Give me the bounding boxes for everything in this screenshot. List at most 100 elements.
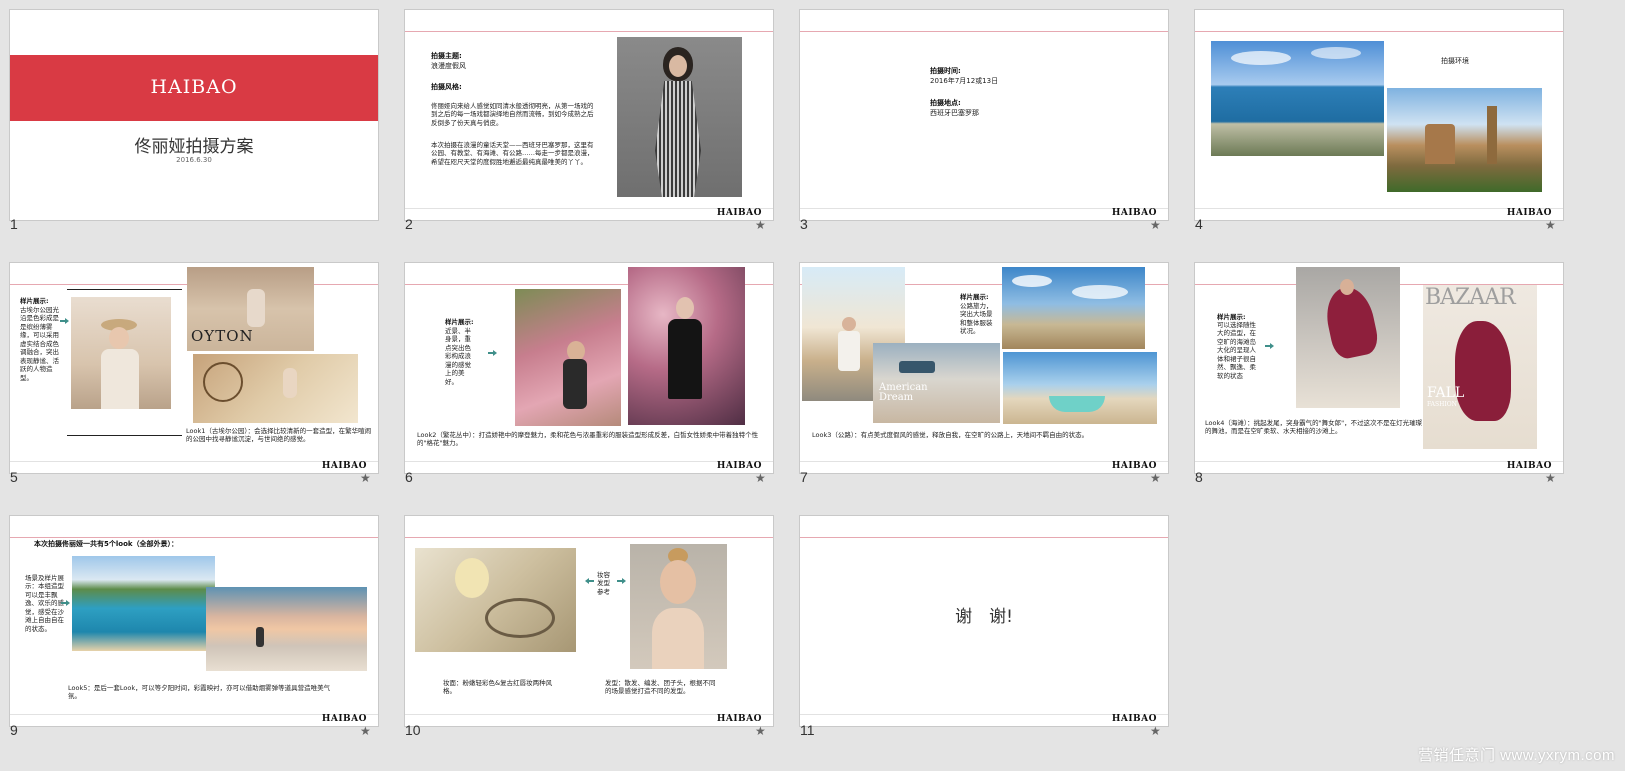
look4-magazine-photo: BAZAAR FALL FASHION bbox=[1423, 285, 1537, 449]
footer-logo: HAIBAO bbox=[716, 714, 762, 724]
look1-caption: Look1（古埃尔公园）：会选择比较清新的一套造型，在繁华喧闹的公园中找寻静谧沉… bbox=[186, 427, 372, 444]
star-icon: ★ bbox=[755, 471, 766, 485]
style-paragraph-1: 佟丽娅向来给人感觉如同清水般透彻明亮，从第一场戏的到之后的每一场戏都演绎地自然而… bbox=[431, 102, 594, 127]
star-icon: ★ bbox=[360, 471, 371, 485]
sample-label: 样片展示: bbox=[445, 318, 474, 326]
slide-number: 2 bbox=[405, 216, 413, 232]
makeup-description: 妆面：粉嫩轻彩色&复古红唇妆两种风格。 bbox=[443, 679, 553, 696]
arrow-right-icon bbox=[1265, 343, 1274, 349]
look5-caption: Look5：是后一套Look，可以等夕阳时间，彩霞映衬，亦可以借助烟雾弹等道具营… bbox=[68, 684, 331, 701]
slide-number: 10 bbox=[405, 722, 421, 738]
slide-number: 8 bbox=[1195, 469, 1203, 485]
look5-beach-photo bbox=[72, 556, 215, 651]
slide-number: 1 bbox=[10, 216, 18, 232]
look1-sample-photo-2 bbox=[193, 354, 358, 423]
slide-thumbnail-1[interactable]: HAIBAO 佟丽娅拍摄方案 2016.6.30 bbox=[9, 9, 379, 221]
look3-caption: Look3（公路）：有点美式度假风的感觉，释放自我，在空旷的公路上，天地间不羁自… bbox=[812, 431, 1089, 439]
slide-thumbnail-9[interactable]: 本次拍摄佟丽娅一共有5个look（全部外景）： 场景及样片展示：本组造型可以是丰… bbox=[9, 515, 379, 727]
arrow-left-icon bbox=[585, 578, 594, 584]
slide-number: 7 bbox=[800, 469, 808, 485]
sample-label: 样片展示: bbox=[20, 297, 49, 305]
look2-sample-photo-1 bbox=[515, 289, 621, 426]
footer-logo: HAIBAO bbox=[1111, 208, 1157, 218]
arrow-right-icon bbox=[60, 318, 69, 324]
magazine-title: BAZAAR bbox=[1425, 285, 1516, 310]
arrow-right-icon bbox=[61, 600, 70, 606]
slide-number: 6 bbox=[405, 469, 413, 485]
sample-text: 场景及样片展示：本组造型可以是丰飘逸、欢乐的感觉，感受在沙滩上自由自在的状态。 bbox=[25, 574, 64, 633]
magazine-word: FALL bbox=[1427, 385, 1465, 401]
star-icon: ★ bbox=[360, 724, 371, 738]
time-value: 2016年7月12或13日 bbox=[930, 77, 999, 85]
star-icon: ★ bbox=[1545, 471, 1556, 485]
presentation-date: 2016.6.30 bbox=[176, 156, 212, 164]
footer-logo: HAIBAO bbox=[321, 714, 367, 724]
look2-caption: Look2（繁花丛中）：打造娇艳中的摩登魅力，柔和花色与浓墨重彩的服装造型形成反… bbox=[417, 431, 759, 448]
sample-label: 样片展示: bbox=[960, 293, 989, 301]
slide-thumbnail-5[interactable]: 样片展示: 古埃尔公园光沿是色彩成是是缤纷薄雾缘，可以采用虚实结合成色调融合，突… bbox=[9, 262, 379, 474]
slide-thumbnail-11[interactable]: 谢 谢! HAIBAO bbox=[799, 515, 1169, 727]
frame-line-bottom bbox=[67, 435, 182, 436]
slide-thumbnail-2[interactable]: 拍摄主题: 浪漫度假风 拍摄风格: 佟丽娅向来给人感觉如同清水般透彻明亮，从第一… bbox=[404, 9, 774, 221]
slide-number: 11 bbox=[800, 722, 815, 738]
arrow-right-icon bbox=[488, 350, 497, 356]
star-icon: ★ bbox=[1150, 471, 1161, 485]
look5-sunset-photo bbox=[206, 587, 367, 671]
slide-thumbnail-8[interactable]: 样片展示: 可以选择随性大的造型，在空旷的海滩岛大化的呈现人体和裙子很自然、飘逸… bbox=[1194, 262, 1564, 474]
footer-logo: HAIBAO bbox=[716, 461, 762, 471]
hair-description: 发型：散发、编发、团子头，根据不同的场景感觉打造不同的发型。 bbox=[605, 679, 716, 696]
footer-logo: HAIBAO bbox=[1111, 714, 1157, 724]
look3-sky-photo-1 bbox=[1002, 267, 1145, 349]
look4-sample-photo-1 bbox=[1296, 267, 1400, 408]
slide-number: 4 bbox=[1195, 216, 1203, 232]
magazine-word: OYTON bbox=[191, 327, 254, 345]
slide-number: 3 bbox=[800, 216, 808, 232]
watermark: 营销任意门 www.yxrym.com bbox=[1417, 747, 1615, 764]
theme-value: 浪漫度假风 bbox=[431, 62, 466, 70]
brand-logo: HAIBAO bbox=[150, 76, 238, 98]
slide-thumbnail-10[interactable]: 妆容发型参考 妆面：粉嫩轻彩色&复古红唇妆两种风格。 发型：散发、编发、团子头，… bbox=[404, 515, 774, 727]
top-divider bbox=[1195, 31, 1563, 32]
magazine-word: FASHION bbox=[1427, 401, 1457, 408]
magazine-word: American Dream bbox=[879, 382, 928, 403]
thanks-text: 谢 谢! bbox=[955, 607, 1013, 627]
place-label: 拍摄地点: bbox=[930, 99, 961, 107]
portrait-photo bbox=[617, 37, 742, 197]
frame-line-top bbox=[67, 289, 182, 290]
footer-logo: HAIBAO bbox=[1111, 461, 1157, 471]
presentation-title: 佟丽娅拍摄方案 bbox=[134, 137, 254, 157]
star-icon: ★ bbox=[1545, 218, 1556, 232]
time-label: 拍摄时间: bbox=[930, 67, 961, 75]
sample-text: 公路旅力，突出大场景和整体服装状况。 bbox=[960, 302, 993, 336]
sample-text: 可以选择随性大的造型，在空旷的海滩岛大化的呈现人体和裙子很自然、飘逸、柔软的状态 bbox=[1217, 321, 1256, 380]
top-divider bbox=[800, 31, 1168, 32]
makeup-reference-photo bbox=[415, 548, 576, 652]
sample-text: 古埃尔公园光沿是色彩成是是缤纷薄雾缘，可以采用虚实结合成色调融合，突出表现静谧、… bbox=[20, 306, 59, 382]
slide-number: 5 bbox=[10, 469, 18, 485]
look1-sample-photo-1 bbox=[71, 297, 171, 409]
look4-caption: Look4（海滩）：挑起发尾，突身霸气的"舞女郎"，不过这次不是在灯光璀璨的舞池… bbox=[1205, 419, 1423, 436]
coast-photo bbox=[1211, 41, 1384, 156]
look1-magazine-photo: OYTON bbox=[187, 267, 314, 351]
place-value: 西班牙巴塞罗那 bbox=[930, 109, 979, 117]
park-guell-photo bbox=[1387, 88, 1542, 192]
style-paragraph-2: 本次拍摄在浪漫的童话天堂——西班牙巴塞罗那，这里有公园、有教堂、有海滩、有公路…… bbox=[431, 141, 594, 166]
slide-thumbnail-6[interactable]: 样片展示: 近景、半身景，重点突出色彩构成浪漫的感觉上的美好。 Look2（繁花… bbox=[404, 262, 774, 474]
top-divider bbox=[405, 31, 773, 32]
slide-thumbnail-7[interactable]: 样片展示: 公路旅力，突出大场景和整体服装状况。 American Dream … bbox=[799, 262, 1169, 474]
style-label: 拍摄风格: bbox=[431, 83, 462, 91]
looks-heading: 本次拍摄佟丽娅一共有5个look（全部外景）： bbox=[34, 540, 179, 548]
top-divider bbox=[800, 537, 1168, 538]
hairstyle-reference-photo bbox=[630, 544, 727, 669]
slide-thumbnail-3[interactable]: 拍摄时间: 2016年7月12或13日 拍摄地点: 西班牙巴塞罗那 HAIBAO bbox=[799, 9, 1169, 221]
look2-sample-photo-2 bbox=[628, 267, 745, 425]
look3-magazine-photo: American Dream bbox=[873, 343, 1000, 423]
slide-thumbnail-4[interactable]: 拍摄环境 HAIBAO bbox=[1194, 9, 1564, 221]
star-icon: ★ bbox=[755, 724, 766, 738]
arrow-right-icon bbox=[617, 578, 626, 584]
sample-text: 近景、半身景，重点突出色彩构成浪漫的感觉上的美好。 bbox=[445, 327, 471, 386]
look3-sky-photo-2 bbox=[1003, 352, 1157, 424]
top-divider bbox=[10, 537, 378, 538]
footer-logo: HAIBAO bbox=[1506, 208, 1552, 218]
environment-label: 拍摄环境 bbox=[1441, 57, 1469, 65]
